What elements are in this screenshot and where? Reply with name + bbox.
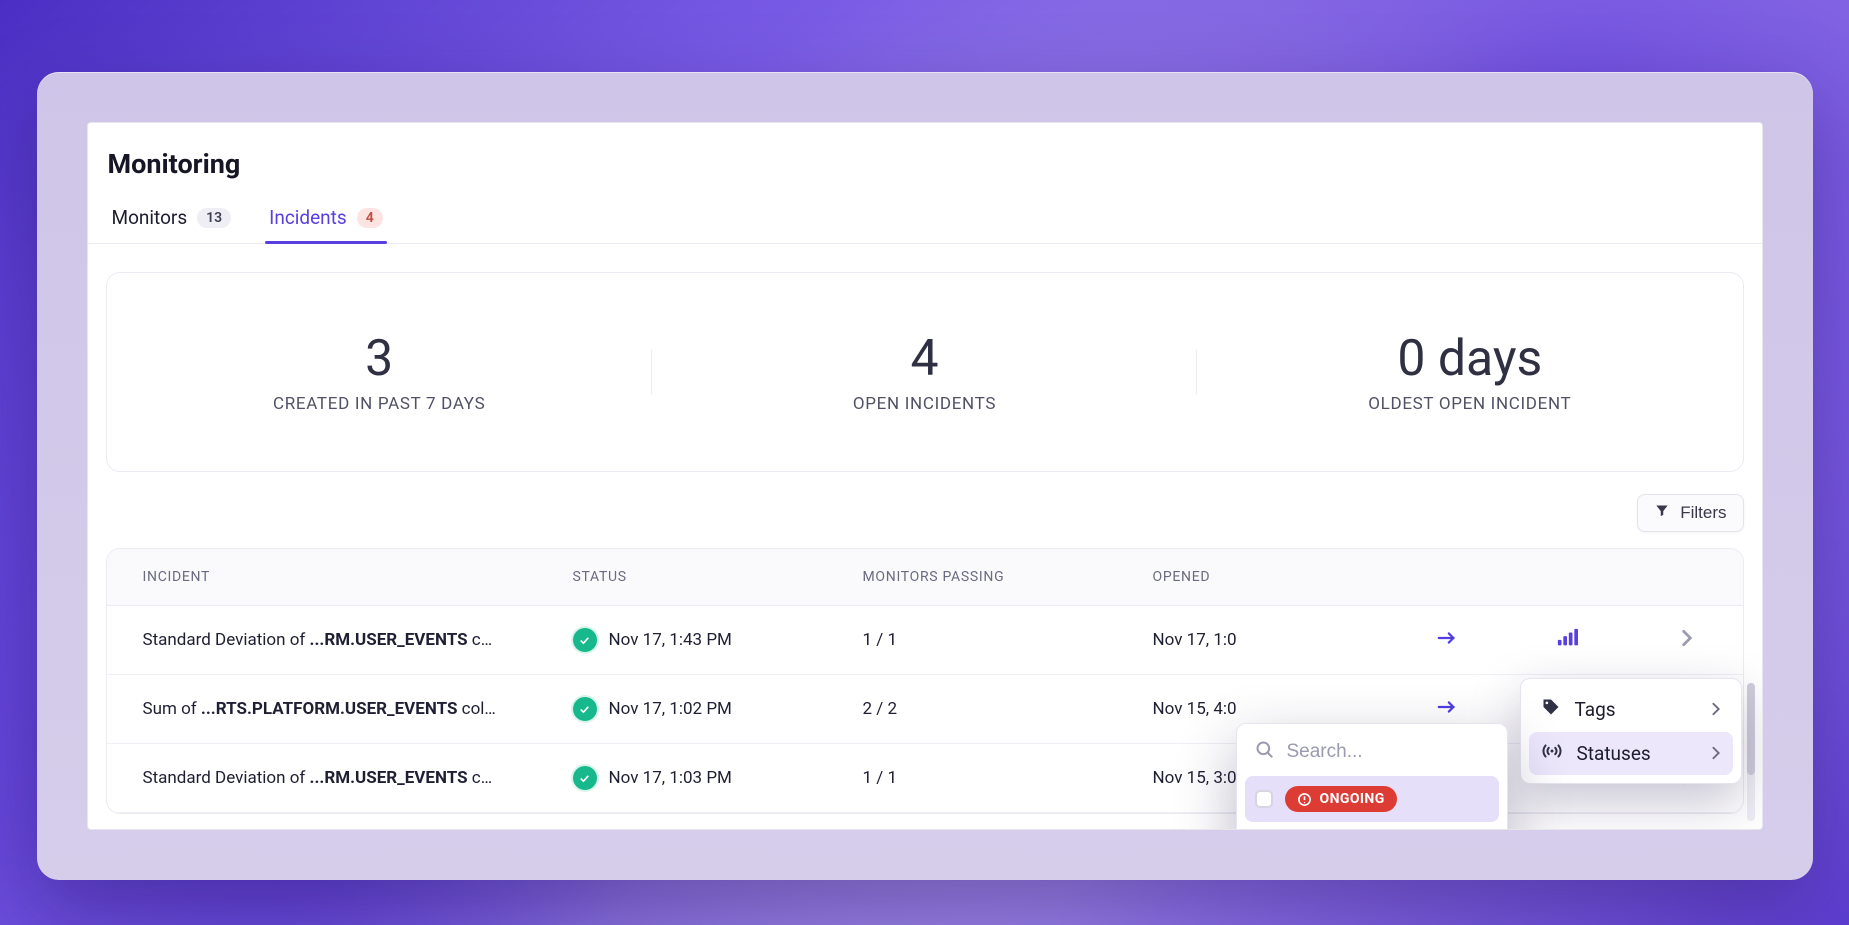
status-search-input[interactable] [1287, 741, 1489, 763]
checkbox[interactable] [1255, 790, 1273, 808]
table-header: INCIDENT STATUS MONITORS PASSING OPENED [107, 549, 1743, 606]
arrow-right-icon[interactable] [1436, 630, 1458, 651]
status-option-ongoing[interactable]: ONGOING [1245, 776, 1499, 822]
stat-value: 3 [107, 330, 652, 388]
cell-status: Nov 17, 1:03 PM [537, 744, 827, 812]
vertical-scrollbar[interactable] [1747, 683, 1755, 821]
stat-open-incidents: 4 OPEN INCIDENTS [652, 330, 1197, 414]
cell-monitors-passing: 2 / 2 [827, 677, 1117, 741]
chevron-right-icon [1711, 698, 1721, 721]
statuses-dropdown: ONGOING RESOLVED ACKNOWLEDGED [1236, 723, 1508, 830]
col-monitors-passing[interactable]: MONITORS PASSING [827, 549, 1117, 605]
stat-label: OPEN INCIDENTS [652, 394, 1197, 414]
page-title: Monitoring [88, 123, 1762, 196]
col-opened[interactable]: OPENED [1117, 549, 1387, 605]
check-circle-icon [573, 697, 597, 721]
check-circle-icon [573, 628, 597, 652]
filters-button[interactable]: Filters [1637, 494, 1743, 532]
tab-monitors-count: 13 [197, 208, 231, 228]
status-search [1245, 732, 1499, 776]
tab-incidents-label: Incidents [269, 206, 347, 229]
filter-option-statuses[interactable]: Statuses [1529, 732, 1733, 775]
chevron-right-icon [1711, 742, 1721, 765]
stat-value: 0 days [1197, 330, 1742, 388]
cell-monitors-passing: 1 / 1 [827, 608, 1117, 672]
filters-button-label: Filters [1680, 503, 1726, 523]
cell-incident: Standard Deviation of ...RM.USER_EVENTS … [107, 608, 537, 672]
stats-card: 3 CREATED IN PAST 7 DAYS 4 OPEN INCIDENT… [106, 272, 1744, 472]
tabs: Monitors 13 Incidents 4 [88, 196, 1762, 244]
tab-incidents[interactable]: Incidents 4 [265, 196, 387, 243]
cell-incident: Sum of ...RTS.PLATFORM.USER_EVENTS colum… [107, 677, 537, 741]
arrow-right-icon[interactable] [1436, 699, 1458, 720]
filter-option-label: Statuses [1577, 742, 1651, 765]
filter-option-label: Tags [1575, 698, 1616, 721]
scrollbar-thumb[interactable] [1747, 683, 1755, 775]
tag-icon [1541, 697, 1561, 722]
bar-chart-icon[interactable] [1556, 628, 1578, 653]
cell-status: Nov 17, 1:43 PM [537, 606, 827, 674]
col-status[interactable]: STATUS [537, 549, 827, 605]
stat-oldest-open: 0 days OLDEST OPEN INCIDENT [1197, 330, 1742, 414]
funnel-icon [1654, 503, 1670, 523]
filters-dropdown: Tags Statuses [1520, 678, 1742, 784]
monitoring-panel: Monitoring Monitors 13 Incidents 4 3 CRE… [87, 122, 1763, 830]
status-option-resolved[interactable]: RESOLVED [1245, 822, 1499, 830]
cell-status: Nov 17, 1:02 PM [537, 675, 827, 743]
tab-monitors-label: Monitors [112, 206, 188, 229]
table-row[interactable]: Standard Deviation of ...RM.USER_EVENTS … [107, 606, 1743, 675]
cell-monitors-passing: 1 / 1 [827, 746, 1117, 810]
stat-value: 4 [652, 330, 1197, 388]
cell-incident: Standard Deviation of ...RM.USER_EVENTS … [107, 746, 537, 810]
tab-incidents-count: 4 [357, 208, 383, 228]
broadcast-icon [1541, 742, 1563, 765]
filter-option-tags[interactable]: Tags [1529, 687, 1733, 732]
col-incident[interactable]: INCIDENT [107, 549, 537, 605]
stat-label: CREATED IN PAST 7 DAYS [107, 394, 652, 414]
stat-label: OLDEST OPEN INCIDENT [1197, 394, 1742, 414]
chevron-right-icon[interactable] [1681, 629, 1693, 652]
stat-created-7d: 3 CREATED IN PAST 7 DAYS [107, 330, 652, 414]
cell-opened: Nov 17, 1:0 [1117, 608, 1387, 672]
search-icon [1255, 740, 1275, 764]
tab-monitors[interactable]: Monitors 13 [108, 196, 236, 243]
status-pill-ongoing: ONGOING [1285, 786, 1397, 812]
check-circle-icon [573, 766, 597, 790]
